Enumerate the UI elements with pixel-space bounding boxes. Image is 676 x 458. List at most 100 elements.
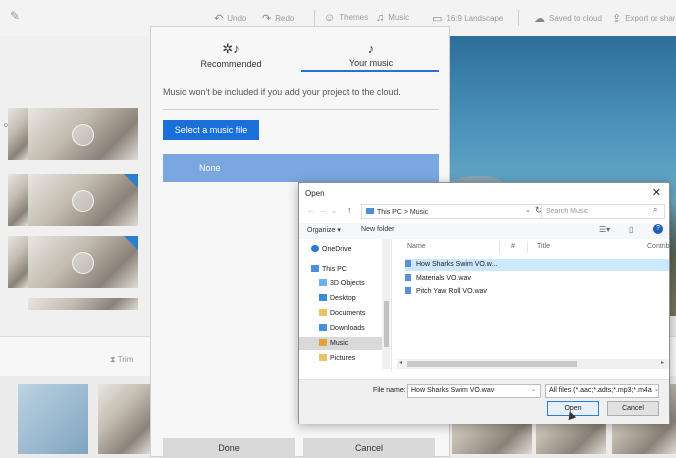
- up-icon[interactable]: ↑: [347, 205, 352, 215]
- recent-dropdown-icon[interactable]: ⌄: [331, 206, 338, 215]
- column-divider: [527, 241, 528, 253]
- aspect-ratio-icon: ▭: [432, 13, 443, 25]
- media-thumbnail[interactable]: [28, 236, 138, 288]
- added-corner-icon: [124, 236, 138, 250]
- play-icon: [72, 190, 94, 212]
- done-button[interactable]: Done: [163, 438, 295, 458]
- divider: [163, 109, 439, 110]
- trim-button[interactable]: ⧗ Trim: [110, 355, 133, 365]
- toolbar-divider: [314, 10, 315, 26]
- file-type-select[interactable]: All files (*.aac;*.adts;*.mp3;*.m4a: [545, 384, 659, 398]
- command-bar: Organize ▾ New folder ☰▾ ▯ ?: [299, 223, 669, 239]
- file-type-dropdown-icon[interactable]: ⌄: [654, 386, 659, 393]
- select-music-file-button[interactable]: Select a music file: [163, 120, 259, 140]
- organize-button[interactable]: Organize ▾: [307, 226, 341, 234]
- column-header-contributing[interactable]: Contrib: [647, 243, 670, 250]
- music-icon: ♫: [376, 12, 385, 24]
- person-music-icon: ♪: [367, 41, 375, 56]
- themes-button[interactable]: ☺ Themes: [324, 12, 368, 24]
- music-item-none[interactable]: None: [163, 154, 439, 182]
- back-icon[interactable]: ←: [307, 206, 315, 215]
- share-icon: ⇪: [612, 13, 622, 25]
- media-thumbnail[interactable]: [8, 108, 28, 160]
- storyboard-card[interactable]: [98, 384, 150, 454]
- nav-item-downloads[interactable]: Downloads: [319, 324, 365, 332]
- export-button[interactable]: ⇪ Export or share: [612, 12, 676, 25]
- redo-icon: ↷: [262, 13, 272, 25]
- media-thumbnail[interactable]: [28, 298, 138, 310]
- dialog-cancel-button[interactable]: Cancel: [607, 401, 659, 416]
- new-folder-button[interactable]: New folder: [361, 226, 394, 233]
- address-row: ← → ⌄ ↑ This PC > Music ⌄ ↻ ⌕: [299, 203, 669, 221]
- view-options-icon[interactable]: ☰▾: [599, 225, 610, 234]
- play-icon: [72, 252, 94, 274]
- folder-icon: [319, 279, 327, 286]
- cancel-button[interactable]: Cancel: [303, 438, 435, 458]
- scroll-right-icon[interactable]: ▸: [661, 359, 664, 366]
- computer-icon: [366, 208, 374, 214]
- address-dropdown-icon[interactable]: ⌄: [525, 206, 531, 214]
- undo-button[interactable]: ↶ Undo: [214, 12, 246, 25]
- nav-item-desktop[interactable]: Desktop: [319, 294, 356, 302]
- column-header-name[interactable]: Name: [407, 243, 426, 250]
- tab-recommended[interactable]: ✲♪ Recommended: [161, 41, 301, 69]
- file-name-label: File name:: [373, 387, 406, 394]
- search-icon[interactable]: ⌕: [653, 205, 657, 215]
- media-thumbnail[interactable]: [28, 108, 138, 160]
- forward-icon[interactable]: →: [319, 206, 327, 215]
- nav-scrollbar-thumb[interactable]: [384, 301, 389, 347]
- close-icon[interactable]: ✕: [652, 186, 661, 199]
- column-header-title[interactable]: Title: [537, 243, 550, 250]
- file-list-scrollbar-thumb[interactable]: [407, 361, 577, 367]
- trim-icon: ⧗: [110, 355, 118, 364]
- column-divider: [499, 241, 500, 253]
- nav-item-documents[interactable]: Documents: [319, 309, 365, 317]
- open-file-dialog: Open ✕ ← → ⌄ ↑ This PC > Music ⌄ ↻ ⌕ Org…: [298, 182, 670, 424]
- media-thumbnail[interactable]: [8, 236, 28, 288]
- redo-button[interactable]: ↷ Redo: [262, 12, 294, 25]
- active-tab-indicator: [301, 70, 439, 72]
- palette-icon: ☺: [324, 12, 336, 24]
- nav-item-3d-objects[interactable]: 3D Objects: [319, 279, 365, 287]
- aspect-ratio-button[interactable]: ▭ 16:9 Landscape: [432, 12, 503, 25]
- nav-item-pictures[interactable]: Pictures: [319, 354, 355, 362]
- folder-icon: [319, 354, 327, 361]
- music-button[interactable]: ♫ Music: [376, 12, 409, 24]
- nav-item-this-pc[interactable]: This PC: [311, 265, 347, 273]
- folder-icon: [319, 294, 327, 301]
- file-row[interactable]: How Sharks Swim VO.w...: [405, 259, 669, 271]
- folder-icon: [319, 309, 327, 316]
- audio-file-icon: [405, 274, 411, 281]
- project-library: os: [0, 36, 150, 336]
- file-name-input[interactable]: How Sharks Swim VO.wav: [407, 384, 541, 398]
- dialog-title: Open: [305, 189, 325, 198]
- help-icon[interactable]: ?: [653, 224, 663, 234]
- storyboard-card[interactable]: [18, 384, 88, 454]
- audio-file-icon: [405, 287, 411, 294]
- file-row[interactable]: Materials VO.wav: [405, 273, 669, 285]
- cloud-icon: [311, 245, 319, 252]
- media-thumbnail[interactable]: [28, 174, 138, 226]
- navigation-pane: OneDrive This PC 3D Objects Desktop Docu…: [299, 239, 392, 371]
- cloud-icon: ☁: [534, 13, 545, 25]
- tab-your-music[interactable]: ♪ Your music: [301, 41, 441, 68]
- toolbar-divider: [518, 10, 519, 26]
- audio-file-icon: [405, 260, 411, 267]
- file-name-dropdown-icon[interactable]: ⌄: [531, 386, 536, 393]
- nav-item-onedrive[interactable]: OneDrive: [311, 245, 352, 253]
- folder-icon: [319, 324, 327, 331]
- undo-icon: ↶: [214, 13, 224, 25]
- music-folder-icon: [319, 339, 327, 346]
- preview-pane-icon[interactable]: ▯: [629, 225, 633, 234]
- sparkle-music-icon: ✲♪: [222, 41, 240, 56]
- search-input[interactable]: [541, 204, 665, 219]
- column-header-number[interactable]: #: [511, 243, 515, 250]
- music-cloud-note: Music won't be included if you add your …: [163, 87, 401, 97]
- media-thumbnail[interactable]: [8, 174, 28, 226]
- file-row[interactable]: Pitch Yaw Roll VO.wav: [405, 286, 669, 298]
- nav-item-music[interactable]: Music: [319, 339, 348, 347]
- pencil-icon[interactable]: ✎: [10, 9, 20, 23]
- scroll-left-icon[interactable]: ◂: [399, 359, 402, 366]
- saved-status: ☁ Saved to cloud: [534, 13, 602, 25]
- play-icon: [72, 124, 94, 146]
